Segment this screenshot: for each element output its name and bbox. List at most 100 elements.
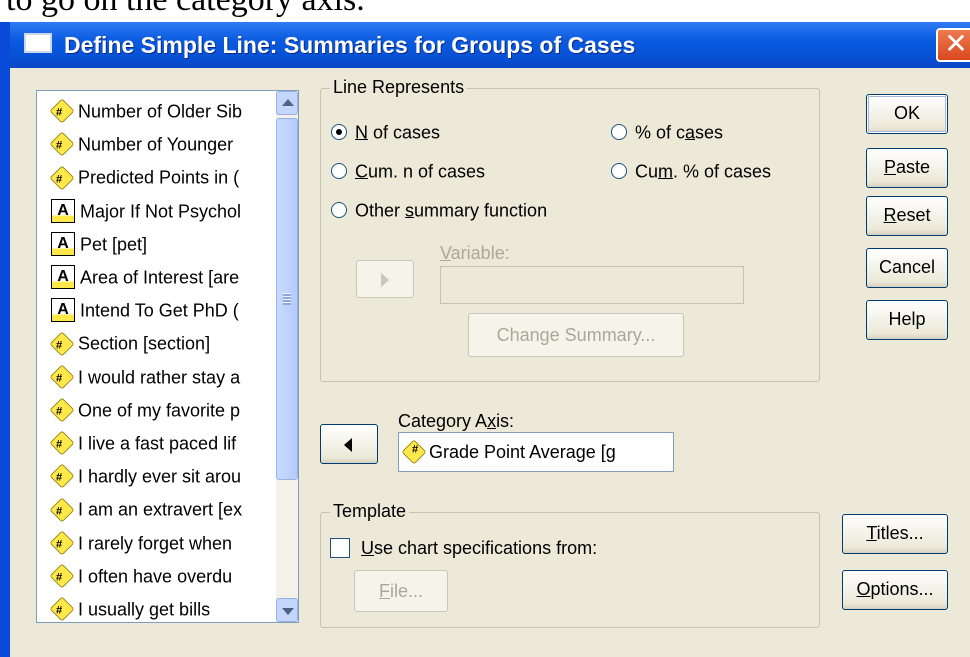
radio-dot-icon [331,124,347,141]
radio-label-post: um. n of cases [368,161,486,182]
list-item-label: Predicted Points in ( [78,167,240,188]
radio-label-post: of cases [368,122,441,143]
title-bar: Define Simple Line: Summaries for Groups… [0,22,970,68]
use-chart-spec-mnemonic: U [361,538,374,558]
paste-text: aste [895,157,931,177]
variable-label-text: ariable: [450,243,510,263]
arrow-right-icon [381,273,389,287]
use-chart-spec-text: se chart specifications from: [374,538,598,558]
radio-label-pre: Other [355,200,406,221]
radio-n-of-cases[interactable]: N of cases [331,118,440,144]
list-item[interactable]: I often have overdu [49,560,233,590]
radio-other-summary-function[interactable]: Other summary function [331,196,547,222]
cancel-button[interactable]: Cancel [866,248,948,288]
list-item[interactable]: I rarely forget when [49,527,233,557]
scroll-up-button[interactable] [276,91,298,115]
file-mnemonic: F [378,581,390,601]
options-text: ptions... [870,579,934,599]
list-item[interactable]: A Pet [pet] [51,228,147,258]
reset-mnemonic: R [883,205,897,225]
numeric-variable-icon [49,497,75,523]
options-button[interactable]: Options... [842,570,948,610]
list-item[interactable]: Predicted Points in ( [49,161,240,191]
list-item-label: Intend To Get PhD ( [80,300,239,321]
titles-mnemonic: T [866,523,877,543]
list-item-label: I often have overdu [78,566,233,587]
radio-cum-n-of-cases[interactable]: Cum. n of cases [331,157,485,183]
list-item-label: Number of Older Sib [78,101,243,122]
file-button[interactable]: File... [354,570,448,612]
list-item[interactable]: One of my favorite p [49,394,240,424]
radio-label-mnemonic: N [355,122,368,143]
options-mnemonic: O [856,579,871,599]
reset-button[interactable]: Reset [866,196,948,236]
radio-label-mnemonic: a [685,122,696,143]
variable-move-button[interactable] [356,260,414,298]
numeric-variable-icon [49,331,75,357]
radio-label-post: ummary function [414,200,548,221]
list-item[interactable]: I live a fast paced lif [49,427,236,457]
numeric-variable-icon [49,430,75,456]
string-variable-icon: A [51,198,75,223]
paste-button[interactable]: Paste [866,148,948,188]
numeric-variable-icon [49,98,75,124]
reset-text: eset [896,205,931,225]
window-title: Define Simple Line: Summaries for Groups… [64,32,636,58]
file-text: ile... [389,581,423,601]
list-item-label: I hardly ever sit arou [78,466,242,487]
list-item[interactable]: Number of Younger [49,128,234,158]
close-icon: ✕ [944,28,968,59]
list-item-label: Number of Younger [78,134,234,155]
list-item-label: I am an extravert [ex [78,499,243,520]
list-item-label: I usually get bills [78,599,211,620]
variable-label: Variable: [440,242,510,264]
numeric-variable-icon [49,131,75,157]
list-item[interactable]: A Major If Not Psychol [51,195,241,225]
category-axis-field[interactable]: Grade Point Average [g [398,432,674,472]
radio-label-mnemonic: m [658,161,674,182]
list-item-label: I would rather stay a [78,366,241,387]
change-summary-button[interactable]: Change Summary... [468,313,684,357]
radio-label-pre: Cu [635,161,659,182]
list-item[interactable]: I am an extravert [ex [49,493,243,523]
radio-dot-icon [331,202,347,219]
list-item-label: Pet [pet] [80,234,148,255]
numeric-variable-icon [49,397,75,423]
list-item[interactable]: I usually get bills [49,593,211,622]
string-variable-icon: A [51,265,75,290]
category-axis-label-pre: Category A [398,411,488,431]
numeric-variable-icon [401,439,427,465]
list-item-label: I rarely forget when [78,532,233,553]
use-chart-spec-checkbox[interactable] [330,538,350,558]
list-item[interactable]: A Area of Interest [are [51,261,239,291]
chevron-down-icon [282,608,294,615]
variable-listbox[interactable]: Number of Older Sib Number of Younger Pred… [36,90,299,623]
help-button[interactable]: Help [866,300,948,340]
numeric-variable-icon [49,463,75,489]
variable-field[interactable] [440,266,744,304]
caption-text-above: to go on the category axis. [6,0,365,20]
radio-label-mnemonic: s [405,200,415,221]
list-item[interactable]: A Intend To Get PhD ( [51,294,239,324]
list-item[interactable]: I hardly ever sit arou [49,460,242,490]
list-item[interactable]: I would rather stay a [49,361,241,391]
numeric-variable-icon [49,165,75,191]
category-axis-move-button[interactable] [320,424,378,464]
chevron-up-icon [282,99,294,106]
scroll-grip-icon [283,293,291,305]
radio-label-pre: % of c [635,122,686,143]
list-item[interactable]: Section [section] [49,327,210,357]
radio-label-mnemonic: C [355,161,368,182]
radio-label-post: . % of cases [673,161,772,182]
titles-text: itles... [876,523,924,543]
radio-percent-of-cases[interactable]: % of cases [611,118,723,144]
list-item[interactable]: Number of Older Sib [49,95,243,125]
scroll-down-button[interactable] [276,598,298,622]
titles-button[interactable]: Titles... [842,514,948,554]
window-icon [24,33,52,53]
ok-button[interactable]: OK [866,94,948,134]
radio-cum-percent-of-cases[interactable]: Cum. % of cases [611,157,771,183]
close-button[interactable]: ✕ [936,28,970,62]
string-variable-icon: A [51,298,75,323]
string-variable-icon: A [51,232,75,257]
